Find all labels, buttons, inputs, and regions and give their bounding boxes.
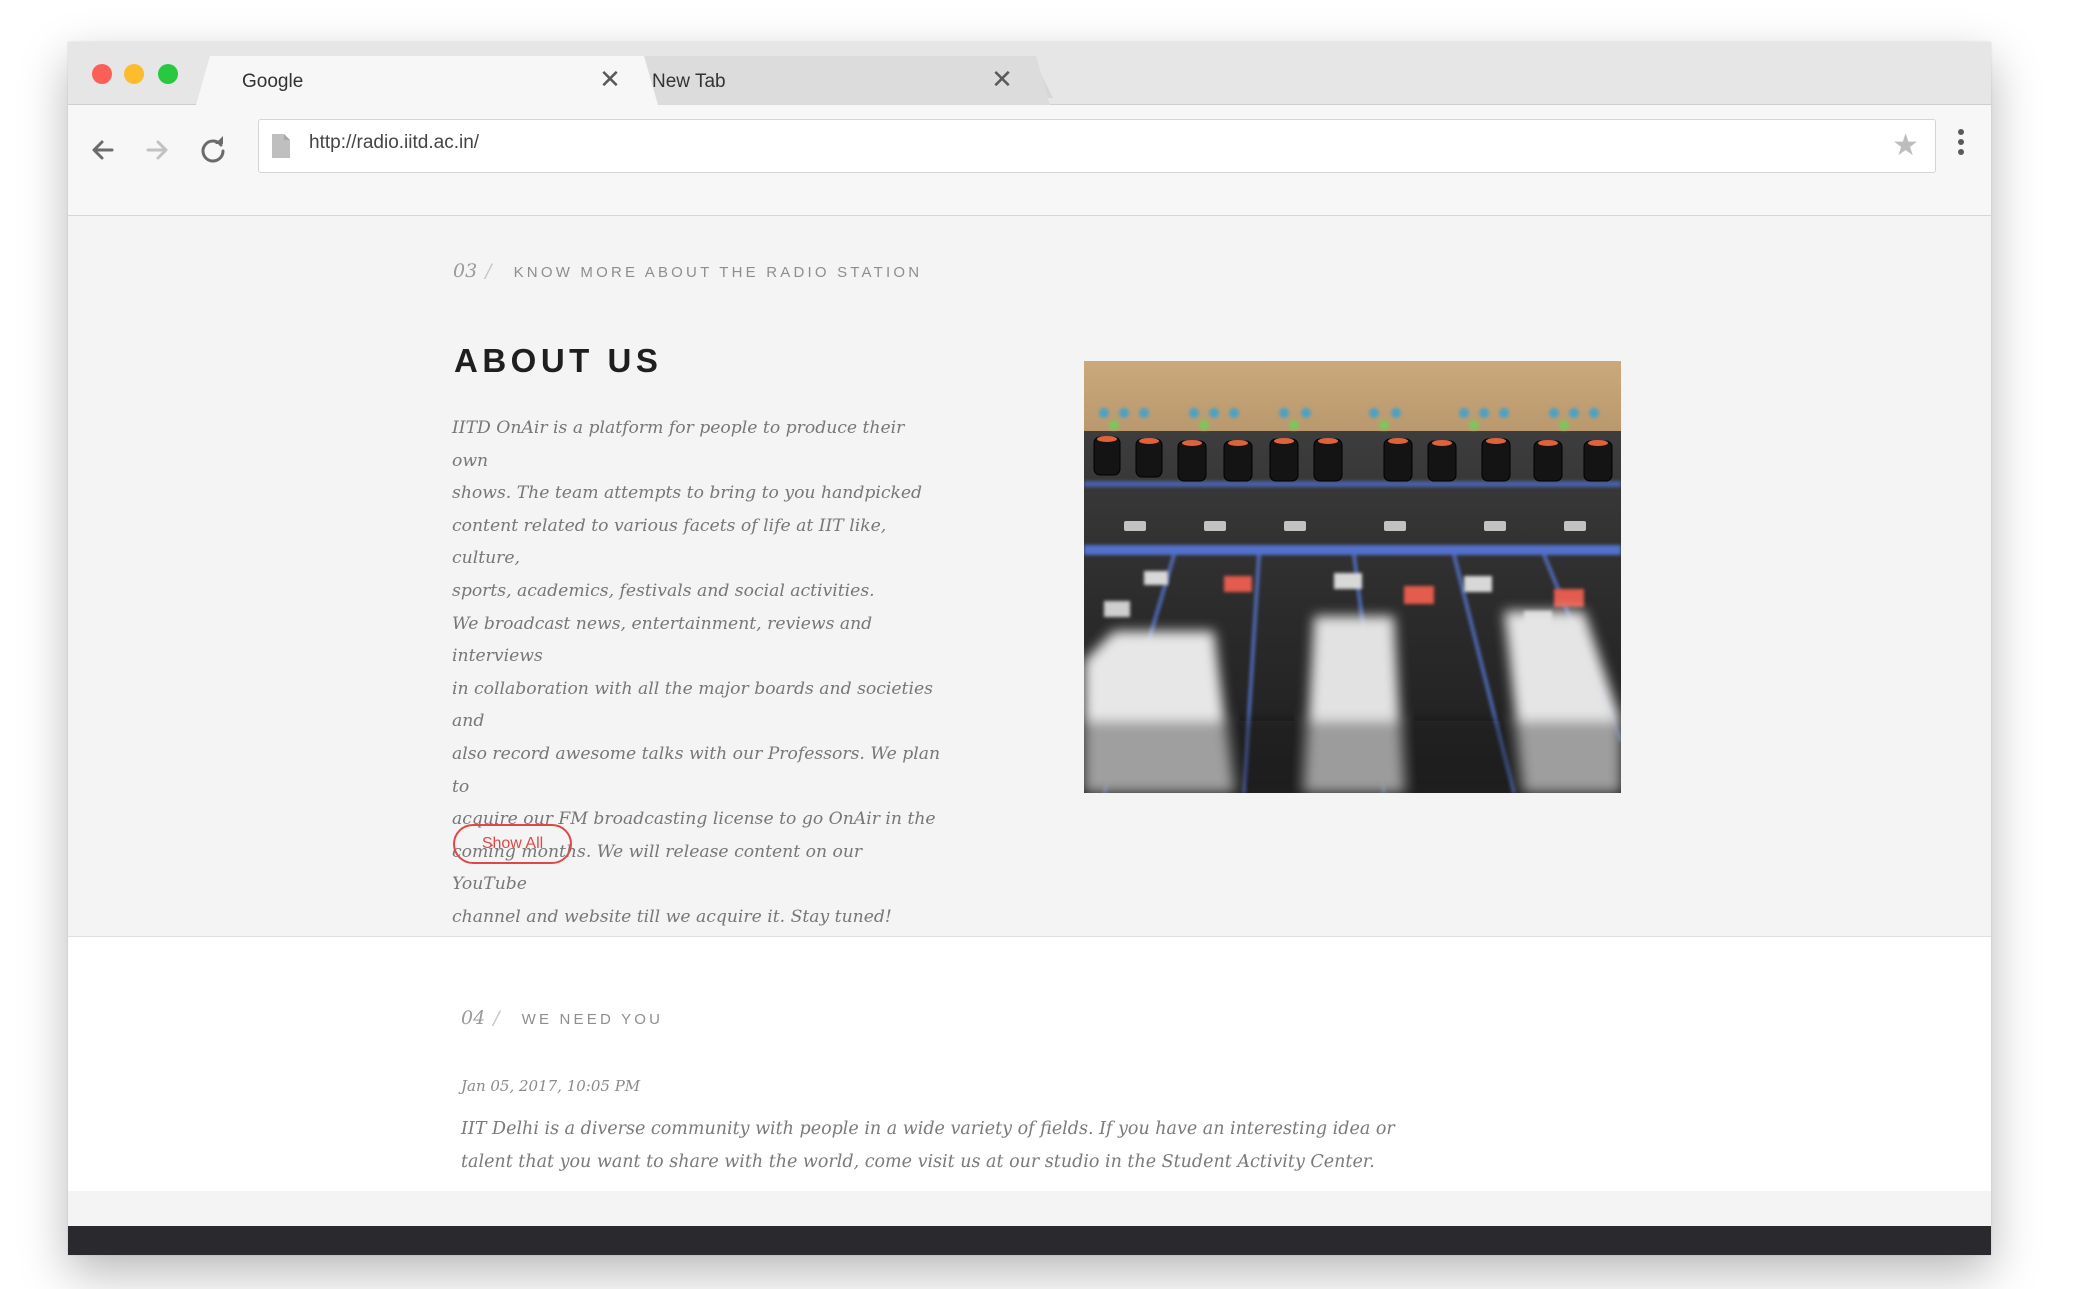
section-kicker: KNOW MORE ABOUT THE RADIO STATION — [513, 264, 923, 281]
mixing-console-image — [1084, 361, 1621, 793]
section-number: 03 — [453, 260, 478, 282]
page-title: ABOUT US — [454, 342, 663, 379]
close-icon[interactable]: ✕ — [990, 66, 1014, 92]
need-text: IIT Delhi is a diverse community with pe… — [461, 1119, 1395, 1172]
document-icon — [272, 134, 290, 158]
we-need-you-section: 04 / WE NEED YOU Jan 05, 2017, 10:05 PM II… — [68, 937, 1991, 1191]
show-all-button[interactable]: Show All — [453, 824, 572, 864]
tab-title: New Tab — [652, 71, 726, 92]
section-slash: / — [493, 1007, 500, 1029]
section-slash: / — [485, 260, 492, 282]
tab-strip: Google ✕ New Tab ✕ — [68, 42, 1991, 105]
zoom-window-button[interactable] — [158, 64, 178, 84]
star-icon[interactable]: ★ — [1892, 131, 1919, 161]
reload-icon — [201, 136, 225, 163]
minimize-window-button[interactable] — [124, 64, 144, 84]
forward-button[interactable] — [140, 133, 174, 167]
section-kicker: WE NEED YOU — [521, 1011, 664, 1028]
about-section: 03 / KNOW MORE ABOUT THE RADIO STATION ABO… — [68, 216, 1991, 937]
section-eyebrow: 03 / KNOW MORE ABOUT THE RADIO STATION — [453, 260, 922, 282]
post-date: Jan 05, 2017, 10:05 PM — [461, 1077, 641, 1095]
more-vertical-icon[interactable] — [1957, 125, 1965, 165]
footer-bar — [68, 1226, 1991, 1255]
reload-button[interactable] — [196, 133, 230, 167]
close-window-button[interactable] — [92, 64, 112, 84]
toolbar: http://radio.iitd.ac.in/ ★ — [68, 105, 1991, 216]
section-eyebrow: 04 / WE NEED YOU — [461, 1007, 663, 1029]
arrow-right-icon — [146, 140, 168, 160]
tab-google[interactable]: Google ✕ — [196, 56, 658, 105]
address-bar[interactable]: http://radio.iitd.ac.in/ ★ — [258, 119, 1936, 173]
url-text: http://radio.iitd.ac.in/ — [309, 132, 480, 153]
close-icon[interactable]: ✕ — [598, 66, 622, 92]
back-button[interactable] — [86, 133, 120, 167]
browser-window: Google ✕ New Tab ✕ http://radio.iitd.ac.… — [68, 42, 1991, 1255]
section-number: 04 — [461, 1007, 486, 1029]
tab-title: Google — [242, 71, 304, 92]
page-content: 03 / KNOW MORE ABOUT THE RADIO STATION ABO… — [68, 216, 1991, 1255]
arrow-left-icon — [92, 140, 114, 160]
